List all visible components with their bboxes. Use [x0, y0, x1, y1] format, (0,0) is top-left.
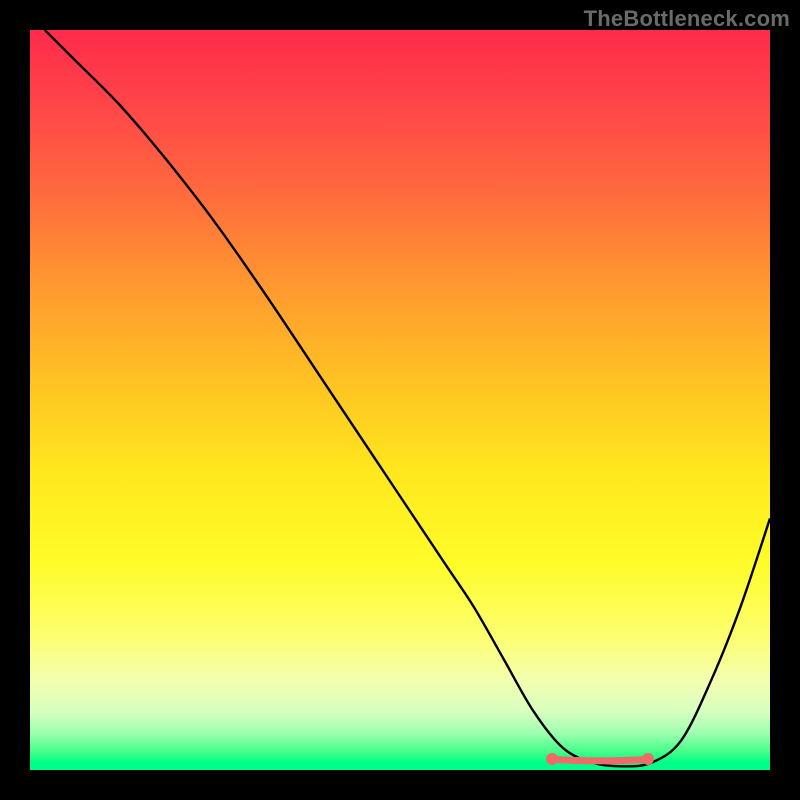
- flat-region-start-marker: [546, 753, 558, 765]
- plot-area: [30, 30, 770, 770]
- chart-container: TheBottleneck.com: [0, 0, 800, 800]
- flat-region-end-marker: [642, 753, 654, 765]
- watermark-text: TheBottleneck.com: [584, 6, 790, 32]
- flat-region-markers: [30, 30, 770, 770]
